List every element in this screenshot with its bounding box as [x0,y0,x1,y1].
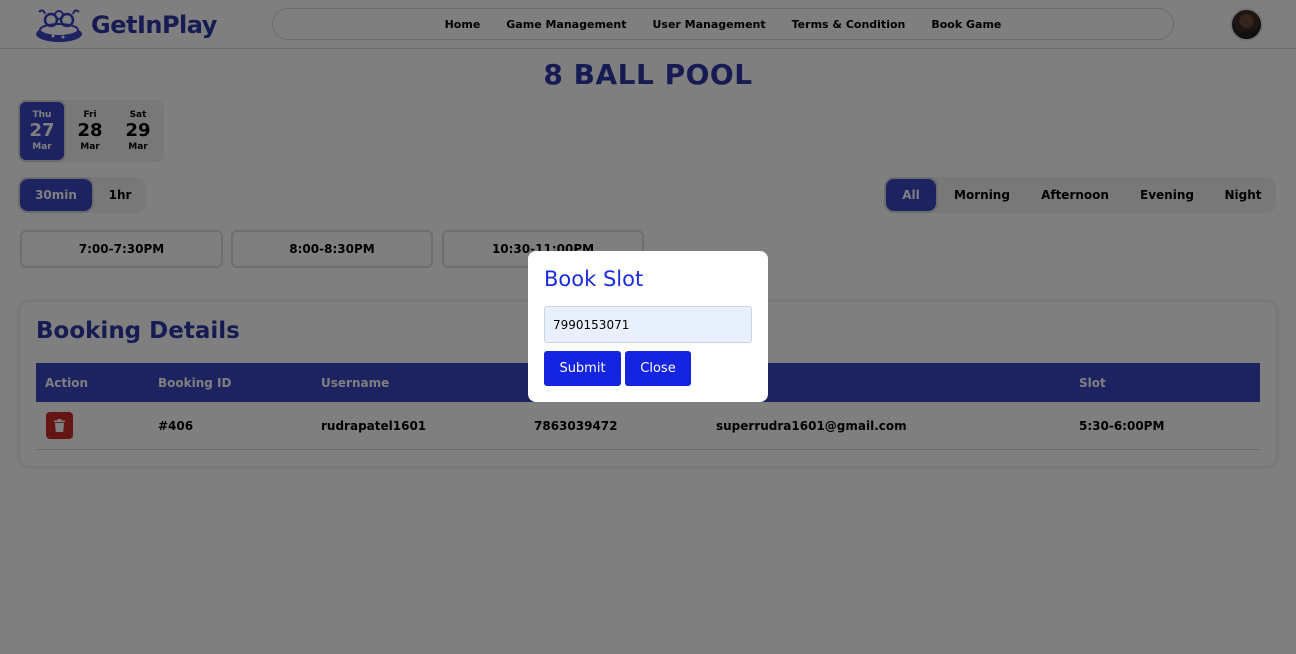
phone-input[interactable] [544,306,752,343]
submit-button[interactable]: Submit [544,351,621,386]
book-slot-modal: Book Slot Submit Close [528,251,768,402]
close-button[interactable]: Close [625,351,691,386]
modal-title: Book Slot [544,267,644,291]
